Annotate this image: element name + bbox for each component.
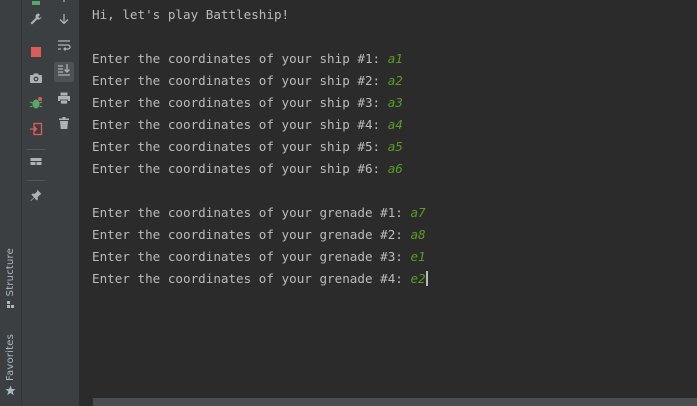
ship-prompt-line: Enter the coordinates of your ship #2: a…	[92, 72, 403, 90]
prompt-text: Enter the coordinates of your grenade #2…	[92, 227, 411, 242]
structure-tab[interactable]: Structure	[0, 248, 21, 313]
soft-wrap-button[interactable]	[54, 37, 74, 57]
toolbar-separator	[27, 149, 45, 150]
grenade-prompt-line: Enter the coordinates of your grenade #2…	[92, 226, 426, 244]
star-icon	[5, 385, 16, 399]
toolbar-separator	[27, 180, 45, 181]
user-input: a8	[410, 227, 426, 242]
run-toolbar-left	[22, 0, 50, 406]
print-button[interactable]	[54, 90, 74, 110]
prompt-text: Enter the coordinates of your grenade #3…	[92, 249, 411, 264]
structure-tab-label: Structure	[5, 248, 16, 297]
text-caret	[425, 271, 428, 286]
horizontal-scrollbar[interactable]	[93, 398, 697, 406]
scroll-to-end-button[interactable]	[54, 62, 74, 82]
favorites-tab-label: Favorites	[5, 334, 16, 381]
prompt-text: Enter the coordinates of your ship #4:	[92, 117, 388, 132]
user-input: e2	[410, 271, 426, 286]
grenade-prompt-line: Enter the coordinates of your grenade #1…	[92, 204, 426, 222]
ship-prompt-line: Enter the coordinates of your ship #3: a…	[92, 94, 403, 112]
prompt-text: Enter the coordinates of your ship #2:	[92, 73, 388, 88]
console-output[interactable]: Hi, let's play Battleship! Enter the coo…	[80, 0, 697, 406]
soft-wrap-icon	[57, 38, 71, 57]
debug-button[interactable]	[26, 95, 46, 115]
exit-icon	[29, 122, 43, 141]
ship-prompt-line: Enter the coordinates of your ship #5: a…	[92, 138, 403, 156]
stop-icon	[30, 45, 42, 63]
user-input: e1	[410, 249, 426, 264]
scroll-to-end-icon	[57, 63, 71, 82]
greeting-line: Hi, let's play Battleship!	[92, 7, 290, 22]
user-input: a1	[387, 51, 403, 66]
ship-prompt-line: Enter the coordinates of your ship #6: a…	[92, 160, 403, 178]
prompt-text: Enter the coordinates of your ship #3:	[92, 95, 388, 110]
run-toolbar-right	[50, 0, 80, 406]
user-input: a6	[387, 161, 403, 176]
ship-prompt-line: Enter the coordinates of your ship #4: a…	[92, 116, 403, 134]
settings-button[interactable]	[26, 11, 46, 31]
print-icon	[57, 91, 71, 110]
layout-icon	[29, 155, 43, 174]
prompt-text: Enter the coordinates of your grenade #1…	[92, 205, 411, 220]
prompt-text: Enter the coordinates of your grenade #4…	[92, 271, 411, 286]
prompt-text: Enter the coordinates of your ship #1:	[92, 51, 388, 66]
prompt-text: Enter the coordinates of your ship #6:	[92, 161, 388, 176]
clear-all-button[interactable]	[54, 115, 74, 135]
user-input: a5	[387, 139, 403, 154]
restore-layout-button[interactable]	[26, 154, 46, 174]
run-tool-window: Structure Favorites Hi, let's play Battl…	[0, 0, 697, 406]
bug-icon	[29, 96, 43, 115]
stop-button[interactable]	[26, 44, 46, 64]
prompt-text: Enter the coordinates of your ship #5:	[92, 139, 388, 154]
grenade-prompt-line: Enter the coordinates of your grenade #4…	[92, 270, 428, 288]
structure-icon	[6, 300, 16, 313]
user-input: a4	[387, 117, 403, 132]
pin-tab-button[interactable]	[26, 187, 46, 207]
down-button[interactable]	[54, 11, 74, 31]
user-input: a7	[410, 205, 426, 220]
pin-icon	[29, 188, 43, 207]
dump-threads-button[interactable]	[26, 70, 46, 90]
user-input: a3	[387, 95, 403, 110]
trash-icon	[57, 116, 71, 135]
camera-icon	[29, 71, 43, 90]
exit-button[interactable]	[26, 121, 46, 141]
wrench-icon	[29, 12, 43, 31]
favorites-tab[interactable]: Favorites	[0, 334, 21, 399]
arrow-down-icon	[58, 12, 70, 30]
user-input: a2	[387, 73, 403, 88]
ship-prompt-line: Enter the coordinates of your ship #1: a…	[92, 50, 403, 68]
side-tool-strip: Structure Favorites	[0, 0, 22, 406]
grenade-prompt-line: Enter the coordinates of your grenade #3…	[92, 248, 426, 266]
